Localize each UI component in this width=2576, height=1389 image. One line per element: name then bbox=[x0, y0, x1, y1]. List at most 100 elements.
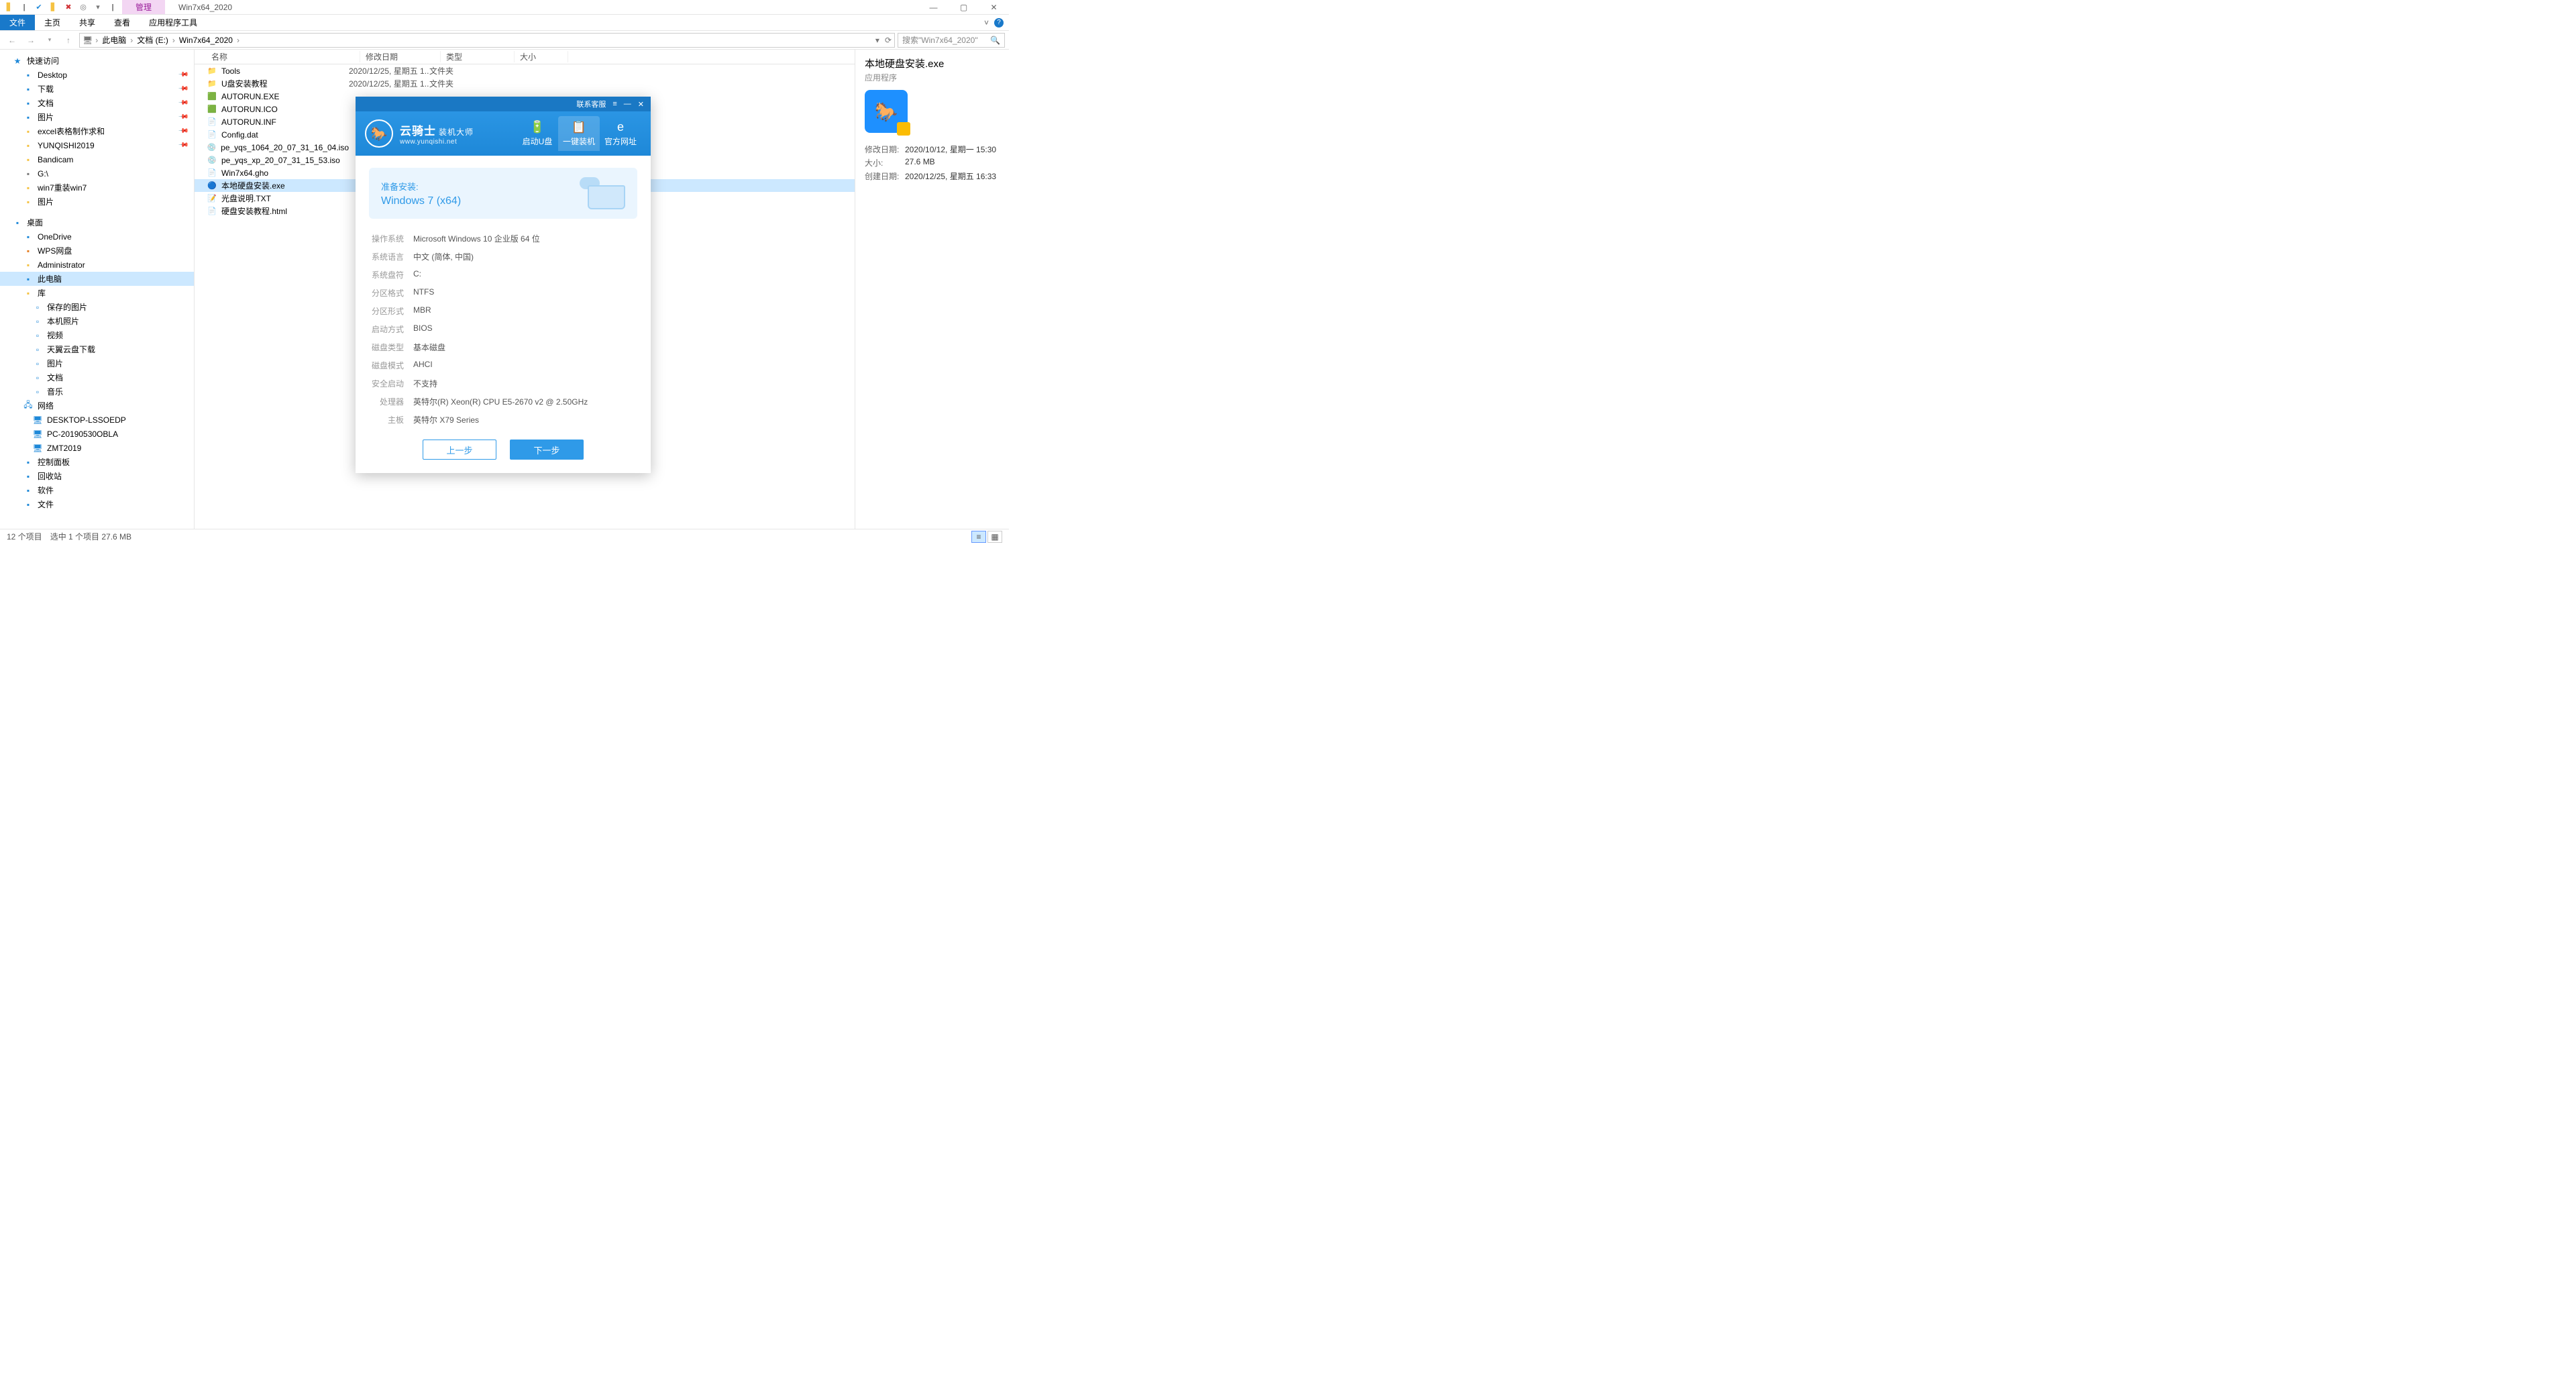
search-icon[interactable]: 🔍 bbox=[990, 36, 1000, 45]
sidebar-item[interactable]: ▪ win7重装win7 bbox=[0, 181, 194, 195]
check-icon[interactable]: ✔ bbox=[34, 2, 44, 13]
sidebar-item[interactable]: ▪ 此电脑 bbox=[0, 272, 194, 286]
dialog-body: 准备安装: Windows 7 (x64) 操作系统 Microsoft Win… bbox=[356, 156, 651, 473]
sidebar-item[interactable]: ▪ Desktop 📌 bbox=[0, 68, 194, 82]
dialog-minimize-button[interactable]: — bbox=[624, 100, 631, 108]
sidebar-item[interactable]: ▪ G:\ bbox=[0, 166, 194, 181]
menu-icon[interactable]: ≡ bbox=[612, 100, 616, 108]
sidebar-item[interactable]: ▪ 回收站 bbox=[0, 469, 194, 483]
sidebar-desktop[interactable]: ▪ 桌面 bbox=[0, 215, 194, 229]
sidebar-item[interactable]: ▪ 库 bbox=[0, 286, 194, 300]
item-icon: ▪ bbox=[23, 274, 34, 285]
dropdown-icon[interactable]: ▾ bbox=[93, 2, 103, 13]
sidebar-item[interactable]: ▫ 文档 bbox=[0, 370, 194, 384]
sidebar-item[interactable]: ▪ 图片 bbox=[0, 195, 194, 209]
sidebar-item[interactable]: ▫ 本机照片 bbox=[0, 314, 194, 328]
search-input[interactable]: 搜索"Win7x64_2020" 🔍 bbox=[898, 33, 1005, 48]
view-details-button[interactable]: ≡ bbox=[971, 531, 986, 543]
sidebar-item[interactable]: ▪ 控制面板 bbox=[0, 455, 194, 469]
dialog-close-button[interactable]: ✕ bbox=[638, 100, 644, 109]
maximize-button[interactable]: ▢ bbox=[949, 0, 979, 15]
sidebar-item[interactable]: ▫ 视频 bbox=[0, 328, 194, 342]
sidebar: ★ 快速访问 ▪ Desktop 📌 ▪ 下载 📌 ▪ 文档 📌 ▪ 图片 📌 … bbox=[0, 50, 195, 529]
sidebar-item[interactable]: 🖥 DESKTOP-LSSOEDP bbox=[0, 413, 194, 427]
chevron-icon[interactable]: › bbox=[235, 36, 241, 45]
sidebar-item-label: 软件 bbox=[38, 484, 54, 496]
chevron-icon[interactable]: › bbox=[171, 36, 176, 45]
item-icon: ▪ bbox=[23, 260, 34, 270]
dialog-tab[interactable]: 📋 一键装机 bbox=[558, 116, 600, 151]
folder-icon: ▪ bbox=[23, 183, 34, 193]
brand-logo-icon: 🐎 bbox=[365, 119, 393, 148]
dialog-header: 联系客服 ≡ — ✕ 🐎 云骑士装机大师 www.yunqishi.net 🔋 … bbox=[356, 97, 651, 156]
sidebar-item[interactable]: ▫ 保存的图片 bbox=[0, 300, 194, 314]
file-type: 文件夹 bbox=[429, 78, 503, 89]
help-icon[interactable]: ? bbox=[994, 18, 1004, 28]
prev-button[interactable]: 上一步 bbox=[423, 440, 496, 460]
ribbon-tab[interactable]: 应用程序工具 bbox=[140, 15, 207, 30]
folder2-icon[interactable]: ▋ bbox=[48, 2, 59, 13]
sidebar-item[interactable]: ▪ 图片 📌 bbox=[0, 110, 194, 124]
contact-link[interactable]: 联系客服 bbox=[576, 99, 606, 109]
context-tab-manage[interactable]: 管理 bbox=[122, 0, 165, 14]
sidebar-item[interactable]: ▪ 下载 📌 bbox=[0, 82, 194, 96]
sidebar-item[interactable]: ▪ OneDrive bbox=[0, 229, 194, 244]
sidebar-network[interactable]: 🖧 网络 bbox=[0, 399, 194, 413]
addr-segment[interactable]: Win7x64_2020 bbox=[178, 36, 234, 45]
col-name[interactable]: 名称 bbox=[206, 51, 360, 62]
col-size[interactable]: 大小 bbox=[515, 51, 568, 62]
dialog-tab[interactable]: 🔋 启动U盘 bbox=[517, 116, 558, 151]
sidebar-item[interactable]: ▫ 音乐 bbox=[0, 384, 194, 399]
dialog-tab[interactable]: e 官方网址 bbox=[600, 116, 641, 151]
close-button[interactable]: ✕ bbox=[979, 0, 1009, 15]
close-red-icon[interactable]: ✖ bbox=[63, 2, 74, 13]
sidebar-item-label: Administrator bbox=[38, 260, 85, 270]
ribbon-end: ˅ ? bbox=[984, 15, 1009, 30]
file-name: Win7x64.gho bbox=[221, 168, 268, 178]
sidebar-item[interactable]: ▪ Bandicam bbox=[0, 152, 194, 166]
sidebar-item[interactable]: ▪ WPS网盘 bbox=[0, 244, 194, 258]
sidebar-item[interactable]: ▪ 文档 📌 bbox=[0, 96, 194, 110]
folder-icon[interactable]: ▋ bbox=[4, 2, 15, 13]
minimize-button[interactable]: — bbox=[918, 0, 949, 15]
back-button[interactable]: ← bbox=[4, 32, 20, 48]
tab-label: 启动U盘 bbox=[523, 137, 553, 146]
next-button[interactable]: 下一步 bbox=[510, 440, 584, 460]
addr-segment[interactable]: 文档 (E:) bbox=[136, 34, 170, 46]
sidebar-item[interactable]: ▪ Administrator bbox=[0, 258, 194, 272]
ribbon-tab[interactable]: 查看 bbox=[105, 15, 140, 30]
info-value: 英特尔(R) Xeon(R) CPU E5-2670 v2 @ 2.50GHz bbox=[413, 396, 588, 407]
file-row[interactable]: 📁Tools 2020/12/25, 星期五 1... 文件夹 bbox=[195, 64, 855, 77]
forward-button[interactable]: → bbox=[23, 32, 39, 48]
sidebar-item[interactable]: ▫ 图片 bbox=[0, 356, 194, 370]
star-icon: ★ bbox=[12, 56, 23, 66]
view-icons-button[interactable]: ▦ bbox=[987, 531, 1002, 543]
sidebar-item[interactable]: ▪ YUNQISHI2019 📌 bbox=[0, 138, 194, 152]
sidebar-item[interactable]: 🖥 ZMT2019 bbox=[0, 441, 194, 455]
chevron-icon[interactable]: › bbox=[129, 36, 134, 45]
sidebar-item[interactable]: ▫ 天翼云盘下载 bbox=[0, 342, 194, 356]
sidebar-item[interactable]: ▪ 文件 bbox=[0, 497, 194, 511]
sidebar-item[interactable]: ▪ excel表格制作求和 📌 bbox=[0, 124, 194, 138]
info-key: 安全启动 bbox=[369, 378, 413, 389]
col-type[interactable]: 类型 bbox=[441, 51, 515, 62]
file-row[interactable]: 📁U盘安装教程 2020/12/25, 星期五 1... 文件夹 bbox=[195, 77, 855, 90]
disk-icon[interactable]: ◎ bbox=[78, 2, 89, 13]
sidebar-item-label: Bandicam bbox=[38, 155, 73, 164]
address-bar[interactable]: 🖥 › 此电脑›文档 (E:)›Win7x64_2020› ▾ ⟳ bbox=[79, 33, 895, 48]
up-button[interactable]: ↑ bbox=[60, 32, 76, 48]
recent-dropdown[interactable]: ▾ bbox=[42, 32, 58, 48]
col-date[interactable]: 修改日期 bbox=[360, 51, 441, 62]
ribbon-tab[interactable]: 共享 bbox=[70, 15, 105, 30]
file-icon: 📝 bbox=[207, 193, 217, 204]
info-value: 基本磁盘 bbox=[413, 342, 445, 353]
addr-dropdown-icon[interactable]: ▾ bbox=[875, 36, 879, 45]
sidebar-item[interactable]: 🖥 PC-20190530OBLA bbox=[0, 427, 194, 441]
refresh-icon[interactable]: ⟳ bbox=[881, 36, 892, 45]
sidebar-quickaccess[interactable]: ★ 快速访问 bbox=[0, 54, 194, 68]
ribbon-chevron-icon[interactable]: ˅ bbox=[984, 18, 989, 28]
ribbon-tab[interactable]: 主页 bbox=[35, 15, 70, 30]
addr-segment[interactable]: 此电脑 bbox=[101, 34, 127, 46]
ribbon-tab-file[interactable]: 文件 bbox=[0, 15, 35, 30]
sidebar-item[interactable]: ▪ 软件 bbox=[0, 483, 194, 497]
